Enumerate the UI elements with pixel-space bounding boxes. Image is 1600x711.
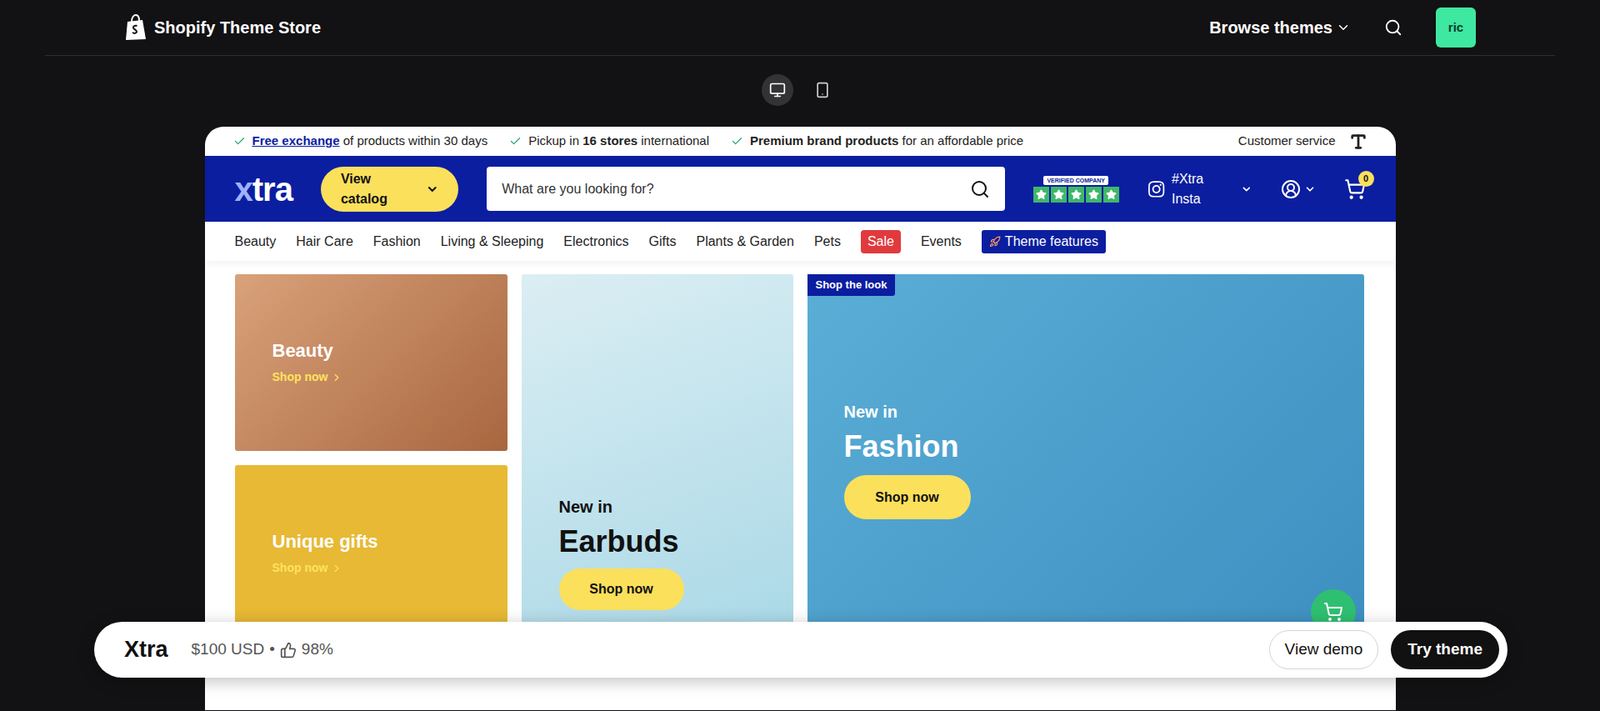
- nav-item[interactable]: Fashion: [373, 231, 421, 252]
- view-demo-button[interactable]: View demo: [1269, 630, 1380, 670]
- announcement-bar: Free exchange of products within 30 days…: [205, 126, 1396, 156]
- cart-button[interactable]: 0: [1344, 178, 1366, 200]
- star-box: [1068, 186, 1085, 203]
- chevron-right-icon: [330, 371, 343, 384]
- cart-icon: [1323, 601, 1344, 622]
- announcement-item: Free exchange of products within 30 days: [233, 131, 489, 151]
- instagram-link[interactable]: #Xtra Insta: [1147, 169, 1253, 210]
- earbuds-tile[interactable]: New inEarbudsShop now: [521, 274, 794, 642]
- store-search[interactable]: What are you looking for?: [486, 166, 1005, 211]
- shop-now-button[interactable]: Shop now: [844, 475, 971, 520]
- nav-item[interactable]: Events: [920, 231, 962, 252]
- verified-badge[interactable]: VERIFIED COMPANY: [1033, 175, 1120, 203]
- star-box: [1050, 186, 1067, 203]
- shop-the-look-tag: Shop the look: [807, 274, 896, 296]
- nav-item[interactable]: Pets: [814, 231, 841, 252]
- thumbs-up-icon: [280, 641, 297, 659]
- nav-item[interactable]: Living & Sleeping: [440, 231, 545, 252]
- star-icon: [1088, 189, 1100, 200]
- theme-name: Xtra: [124, 632, 169, 667]
- try-theme-button[interactable]: Try theme: [1390, 630, 1500, 670]
- shop-now-link[interactable]: Shop now: [272, 559, 470, 577]
- chevron-down-icon: [1335, 20, 1351, 35]
- star-icon: [1105, 189, 1117, 200]
- customer-service-link[interactable]: Customer service: [1238, 131, 1336, 151]
- store-logo[interactable]: Shopify Theme Store: [124, 14, 321, 41]
- page: Shopify Theme Store Browse themes ric Free …: [0, 0, 1600, 711]
- chevron-right-icon: [330, 562, 343, 575]
- account-icon: [1280, 179, 1301, 200]
- xtra-logo[interactable]: xtra: [235, 172, 293, 206]
- store-header: xtra View catalog What are you looking for…: [205, 155, 1396, 222]
- tile-title: Unique gifts: [272, 530, 470, 554]
- search-icon[interactable]: [1384, 18, 1403, 37]
- chevron-down-icon: [425, 182, 440, 196]
- star-box: [1033, 186, 1050, 203]
- desktop-toggle[interactable]: [761, 74, 794, 106]
- nav-item[interactable]: Electronics: [563, 231, 629, 252]
- view-catalog-button[interactable]: View catalog: [320, 166, 459, 212]
- star-icon: [1053, 189, 1065, 200]
- theme-meta: $100 USD•98%: [191, 637, 334, 662]
- device-toggle: [0, 55, 1600, 127]
- rocket-icon: [989, 235, 1001, 248]
- star-box: [1085, 186, 1102, 203]
- chevron-down-icon: [1304, 183, 1316, 195]
- mobile-icon: [814, 81, 831, 99]
- text-size-icon[interactable]: [1349, 132, 1368, 151]
- browse-themes[interactable]: Browse themes: [1209, 15, 1351, 40]
- instagram-icon: [1147, 180, 1165, 199]
- nav-item[interactable]: Gifts: [649, 231, 677, 252]
- check-icon: [730, 135, 744, 148]
- top-bar: Shopify Theme Store Browse themes ric: [45, 0, 1555, 56]
- announcement-item: Pickup in 16 stores international: [509, 131, 710, 151]
- shop-now-button[interactable]: Shop now: [559, 568, 685, 610]
- star-box: [1103, 186, 1120, 203]
- fashion-tile[interactable]: Shop the lookNew inFashionShop now: [807, 274, 1365, 642]
- chevron-down-icon: [1240, 183, 1253, 195]
- theme-bottom-bar: Xtra $100 USD•98% View demoTry theme: [94, 621, 1508, 678]
- shop-now-link[interactable]: Shop now: [272, 368, 470, 386]
- gifts-tile[interactable]: Unique gifts Shop now: [235, 465, 508, 642]
- account-menu[interactable]: [1280, 179, 1316, 200]
- category-nav: Beauty Hair Care Fashion Living & Sleeping E…: [205, 221, 1396, 261]
- announcement-item: Premium brand products for an affordable…: [730, 131, 1024, 151]
- nav-item[interactable]: Sale: [860, 230, 901, 254]
- search-icon: [970, 179, 990, 200]
- shopify-logo-icon: [124, 14, 148, 41]
- beauty-tile[interactable]: Beauty Shop now: [235, 274, 508, 451]
- cart-count: 0: [1358, 170, 1375, 187]
- star-icon: [1070, 189, 1082, 200]
- nav-item[interactable]: Plants & Garden: [695, 231, 794, 252]
- check-icon: [233, 135, 246, 148]
- desktop-icon: [769, 81, 786, 99]
- star-icon: [1035, 189, 1047, 200]
- check-icon: [509, 135, 522, 148]
- nav-item[interactable]: Beauty: [235, 231, 277, 252]
- nav-item[interactable]: Hair Care: [295, 231, 353, 252]
- hero-grid: BeautyShop nowUnique giftsShop nowNew in…: [205, 260, 1396, 642]
- mobile-toggle[interactable]: [806, 74, 839, 106]
- avatar[interactable]: ric: [1435, 7, 1476, 48]
- tile-title: Beauty: [272, 339, 470, 363]
- nav-item[interactable]: Theme features: [981, 230, 1106, 254]
